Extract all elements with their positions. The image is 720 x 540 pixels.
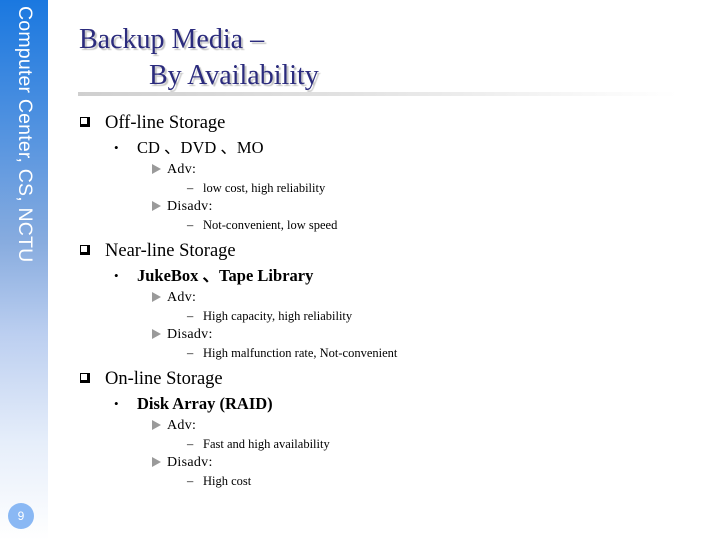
media-item: • JukeBox 、Tape Library <box>80 264 700 288</box>
disadv-detail: – High cost <box>80 472 700 490</box>
disadv-detail-text: Not-convenient, low speed <box>203 218 338 232</box>
section-heading-text: Near-line Storage <box>105 241 236 261</box>
disadv-detail: – Not-convenient, low speed <box>80 216 700 234</box>
slide-body: Off-line Storage • CD 、DVD 、MO Adv: – lo… <box>80 110 700 490</box>
arrow-bullet-icon <box>152 292 161 302</box>
dash-bullet-icon: – <box>187 181 194 195</box>
adv-label: Adv: <box>80 288 700 307</box>
media-item: • CD 、DVD 、MO <box>80 136 700 160</box>
box-bullet-icon <box>80 373 90 383</box>
adv-label-text: Adv: <box>167 418 197 433</box>
media-item-text: Disk Array (RAID) <box>137 394 273 413</box>
box-bullet-icon <box>80 117 90 127</box>
disadv-label: Disadv: <box>80 325 700 344</box>
disadv-detail: – High malfunction rate, Not-convenient <box>80 344 700 362</box>
arrow-bullet-icon <box>152 164 161 174</box>
box-bullet-icon <box>80 245 90 255</box>
sidebar-label: Computer Center, CS, NCTU <box>14 6 36 263</box>
slide-title: Backup Media – By Availability <box>79 22 319 94</box>
title-divider <box>78 92 678 96</box>
media-item-text: JukeBox 、Tape Library <box>137 266 314 285</box>
sidebar: Computer Center, CS, NCTU 9 <box>0 0 48 540</box>
adv-detail-text: low cost, high reliability <box>203 181 326 195</box>
dash-bullet-icon: – <box>187 474 194 488</box>
slide-title-line2: By Availability <box>149 60 319 91</box>
arrow-bullet-icon <box>152 201 161 211</box>
section-heading-text: Off-line Storage <box>105 113 226 133</box>
disadv-label: Disadv: <box>80 197 700 216</box>
slide-title-line1: Backup Media – <box>79 24 265 55</box>
section-heading-text: On-line Storage <box>105 369 223 389</box>
adv-detail-text: Fast and high availability <box>203 437 330 451</box>
arrow-bullet-icon <box>152 329 161 339</box>
disadv-detail-text: High cost <box>203 474 252 488</box>
arrow-bullet-icon <box>152 457 161 467</box>
dash-bullet-icon: – <box>187 437 194 451</box>
dash-bullet-icon: – <box>187 309 194 323</box>
disadv-detail-text: High malfunction rate, Not-convenient <box>203 346 398 360</box>
arrow-bullet-icon <box>152 420 161 430</box>
dot-bullet-icon: • <box>114 396 119 411</box>
disadv-label-text: Disadv: <box>167 327 213 342</box>
adv-detail-text: High capacity, high reliability <box>203 309 353 323</box>
section-heading: Off-line Storage <box>80 110 700 136</box>
dot-bullet-icon: • <box>114 140 119 155</box>
adv-detail: – High capacity, high reliability <box>80 307 700 325</box>
dash-bullet-icon: – <box>187 346 194 360</box>
adv-detail: – low cost, high reliability <box>80 179 700 197</box>
media-item-text: CD 、DVD 、MO <box>137 138 264 157</box>
disadv-label-text: Disadv: <box>167 455 213 470</box>
dot-bullet-icon: • <box>114 268 119 283</box>
section-heading: Near-line Storage <box>80 238 700 264</box>
adv-label: Adv: <box>80 160 700 179</box>
disadv-label-text: Disadv: <box>167 199 213 214</box>
adv-label: Adv: <box>80 416 700 435</box>
section-heading: On-line Storage <box>80 366 700 392</box>
media-item: • Disk Array (RAID) <box>80 392 700 416</box>
adv-detail: – Fast and high availability <box>80 435 700 453</box>
adv-label-text: Adv: <box>167 290 197 305</box>
dash-bullet-icon: – <box>187 218 194 232</box>
disadv-label: Disadv: <box>80 453 700 472</box>
adv-label-text: Adv: <box>167 162 197 177</box>
page-number-badge: 9 <box>8 503 34 529</box>
